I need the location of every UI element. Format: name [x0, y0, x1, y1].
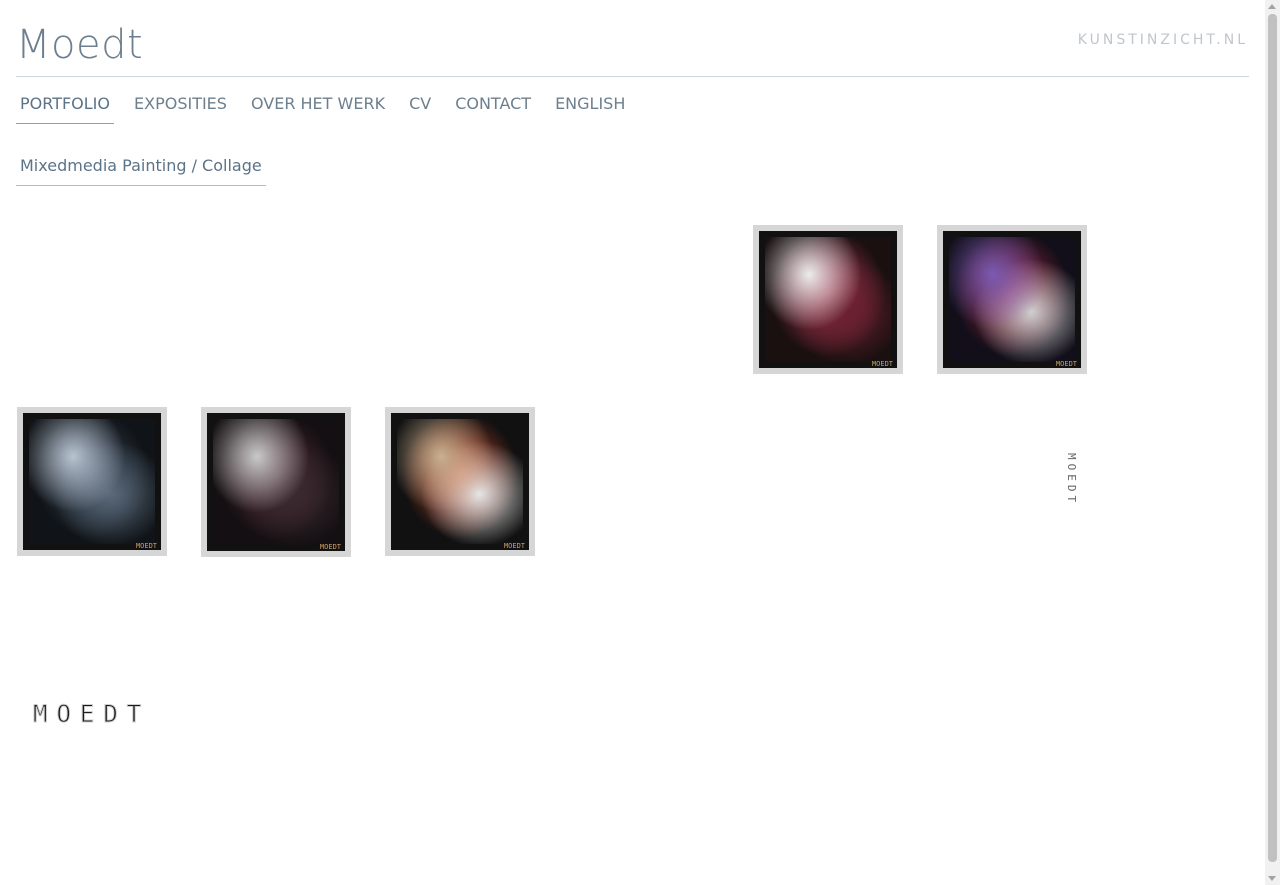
artwork-thumbnail-13[interactable]: MOEDT — [17, 589, 167, 738]
artwork-thumbnail-1[interactable] — [36, 225, 149, 375]
signature-text: MOEDT — [135, 542, 157, 550]
scrollbar-thumb[interactable] — [1268, 14, 1277, 862]
kunstinzicht-link[interactable]: KUNSTINZICHT.NL — [1078, 32, 1248, 48]
scroll-down-arrow-icon[interactable] — [1268, 876, 1276, 881]
nav-english[interactable]: ENGLISH — [551, 88, 629, 124]
artwork-thumbnail-2[interactable] — [215, 225, 337, 375]
artwork-thumbnail-19[interactable] — [17, 783, 167, 885]
artwork-thumbnail-21[interactable] — [385, 771, 535, 885]
signature-text: MOEDT — [1055, 360, 1077, 368]
nav-contact[interactable]: CONTACT — [451, 88, 535, 124]
category-tab-mixedmedia[interactable]: Mixedmedia Painting / Collage — [16, 150, 266, 186]
artwork-thumbnail-11[interactable] — [753, 407, 903, 556]
artwork-thumbnail-10[interactable] — [569, 418, 719, 546]
artwork-thumbnail-9[interactable]: MOEDT — [385, 407, 535, 556]
header-divider — [16, 76, 1249, 77]
artwork-thumbnail-15[interactable] — [398, 589, 523, 739]
artwork-thumbnail-5[interactable]: MOEDT — [753, 225, 903, 374]
artwork-thumbnail-8[interactable]: MOEDT — [201, 407, 351, 557]
nav-cv[interactable]: CV — [405, 88, 435, 124]
site-title[interactable]: Moedt — [16, 22, 143, 68]
artwork-thumbnail-3[interactable] — [398, 225, 522, 375]
artwork-thumbnail-16[interactable] — [583, 589, 706, 739]
nav-exposities[interactable]: EXPOSITIES — [130, 88, 231, 124]
page-scrollbar[interactable] — [1265, 0, 1280, 885]
signature-text: MOEDT — [1065, 453, 1078, 507]
artwork-thumbnail-7[interactable]: MOEDT — [17, 407, 167, 556]
signature-text: MOEDT — [503, 542, 525, 550]
artwork-thumbnail-12[interactable]: MOEDT — [939, 407, 1086, 557]
artwork-thumbnail-17[interactable] — [766, 589, 891, 739]
nav-over-het-werk[interactable]: OVER HET WERK — [247, 88, 389, 124]
main-nav: PORTFOLIO EXPOSITIES OVER HET WERK CV CO… — [16, 88, 645, 124]
signature-text: MOEDT — [871, 360, 893, 368]
signature-text: MOEDT — [32, 700, 151, 729]
artwork-thumbnail-14[interactable] — [214, 589, 338, 739]
artwork-thumbnail-4[interactable] — [583, 225, 706, 375]
scroll-up-arrow-icon[interactable] — [1268, 4, 1276, 9]
artwork-thumbnail-23[interactable] — [767, 771, 890, 885]
artwork-thumbnail-22[interactable] — [583, 771, 706, 885]
artwork-thumbnail-6[interactable]: MOEDT — [937, 225, 1087, 374]
nav-portfolio[interactable]: PORTFOLIO — [16, 88, 114, 124]
signature-text: MOEDT — [319, 543, 341, 551]
artwork-thumbnail-18[interactable] — [952, 589, 1073, 739]
artwork-thumbnail-24[interactable] — [951, 771, 1074, 885]
artwork-thumbnail-20[interactable] — [215, 771, 338, 885]
